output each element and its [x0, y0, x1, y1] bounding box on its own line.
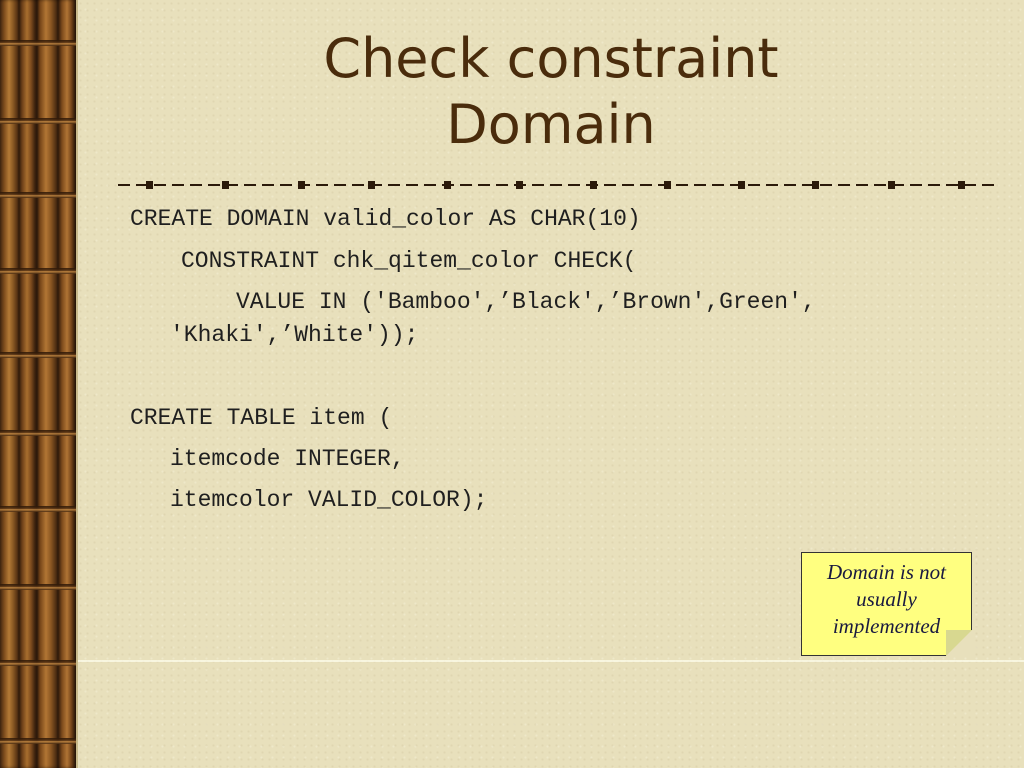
dashed-bullet-divider-icon	[118, 181, 994, 189]
title-line-2: Domain	[446, 93, 656, 156]
code-line: CREATE TABLE item (	[130, 405, 393, 431]
note-line-2: usually	[856, 587, 917, 611]
code-line: VALUE IN ('Bamboo',’Black',’Brown',Green…	[236, 289, 816, 315]
code-line: itemcolor VALID_COLOR);	[170, 487, 488, 513]
code-line: CREATE DOMAIN valid_color AS CHAR(10)	[130, 206, 641, 232]
bamboo-decoration-icon	[0, 0, 76, 768]
code-line: itemcode INTEGER,	[170, 446, 405, 472]
bamboo-node	[0, 506, 76, 512]
bamboo-node	[0, 738, 76, 744]
bamboo-node	[0, 660, 76, 666]
bamboo-node	[0, 192, 76, 198]
bamboo-node	[0, 118, 76, 124]
bamboo-node	[0, 40, 76, 46]
folded-corner-icon	[946, 630, 972, 656]
sticky-note-callout: Domain is not usually implemented	[801, 552, 972, 656]
footer-divider	[78, 660, 1024, 662]
slide: Check constraint Domain CREATE DOMAIN va…	[0, 0, 1024, 768]
slide-title: Check constraint Domain	[78, 26, 1024, 158]
code-line: CONSTRAINT chk_qitem_color CHECK(	[181, 248, 637, 274]
bamboo-node	[0, 584, 76, 590]
code-line: 'Khaki',’White'));	[170, 322, 419, 348]
bamboo-node	[0, 352, 76, 358]
bamboo-node	[0, 268, 76, 274]
title-line-1: Check constraint	[323, 27, 779, 90]
bamboo-node	[0, 430, 76, 436]
note-line-1: Domain is not	[826, 560, 946, 584]
